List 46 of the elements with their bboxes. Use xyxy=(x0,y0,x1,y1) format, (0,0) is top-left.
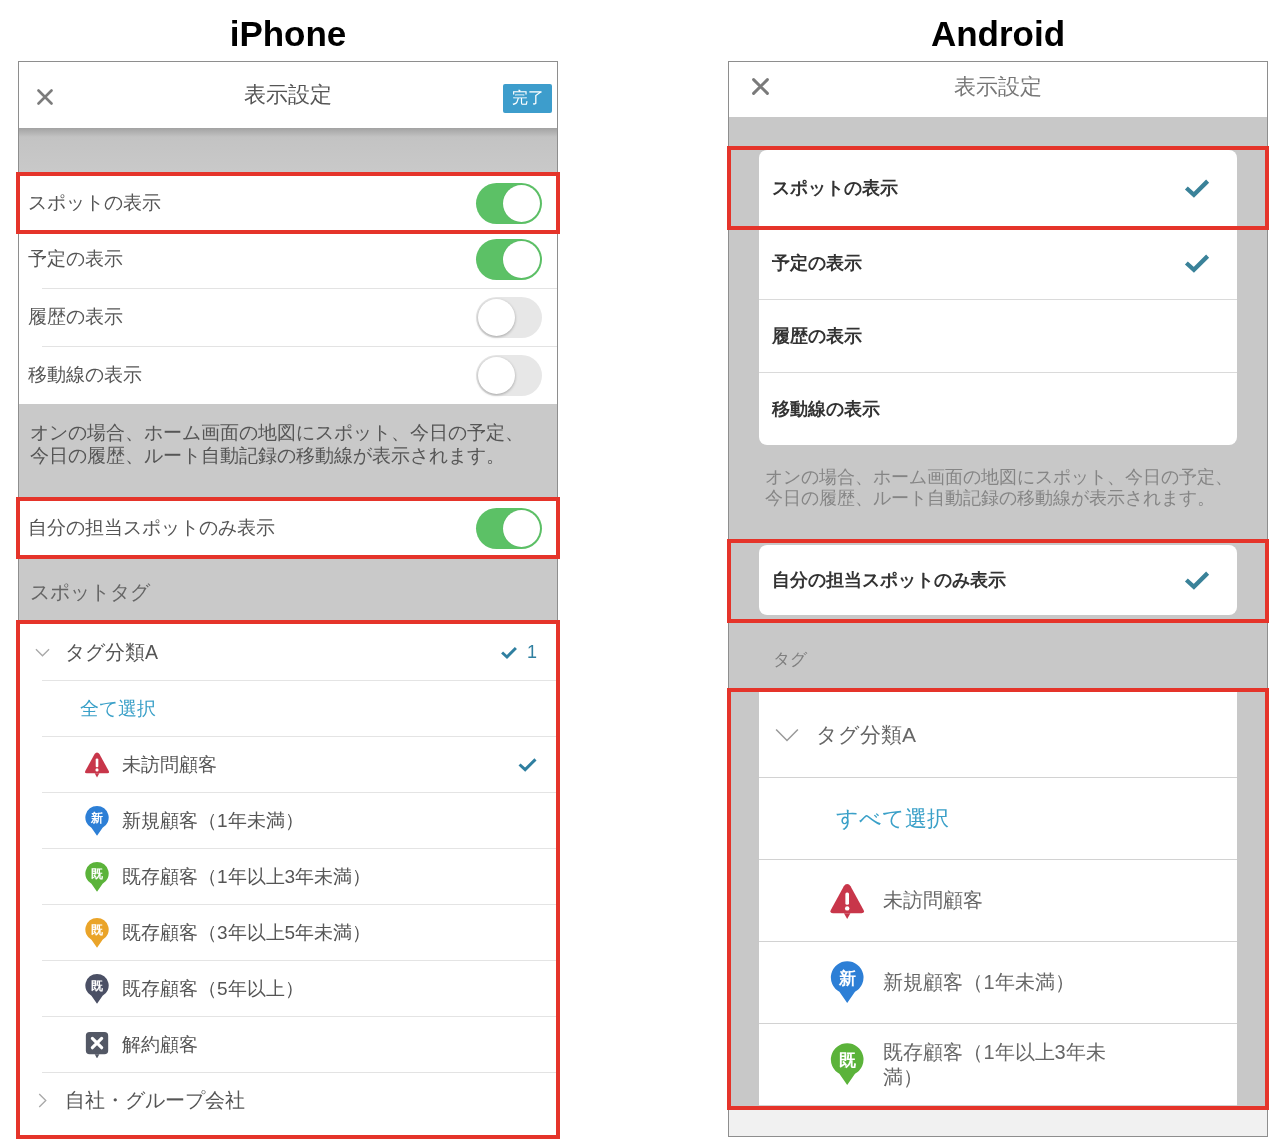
check-icon xyxy=(500,645,518,659)
map-pin-icon: 既 xyxy=(84,916,111,949)
platform-heading: Android xyxy=(929,13,1067,55)
map-pin-icon: 新 xyxy=(84,804,111,837)
settings-row[interactable]: スポットの表示 xyxy=(759,150,1237,226)
tag-item[interactable]: 既 既存顧客（1年以上3年未満） xyxy=(759,1024,1237,1106)
close-icon[interactable] xyxy=(752,78,769,95)
check-icon xyxy=(1183,178,1211,198)
close-icon[interactable] xyxy=(37,89,53,105)
tag-group-row[interactable]: タグ分類A 1 xyxy=(20,624,556,680)
tag-item[interactable]: 既 既存顧客（1年以上3年未満） xyxy=(42,848,556,904)
map-pin-icon: 既 xyxy=(829,1042,866,1087)
setting-label: スポットの表示 xyxy=(28,191,161,215)
setting-label: 履歴の表示 xyxy=(28,305,123,329)
toggle-switch[interactable] xyxy=(476,238,542,280)
map-pin-icon: 既 xyxy=(84,972,111,1005)
tag-item[interactable]: 新 新規顧客（1年未満） xyxy=(42,792,556,848)
settings-row[interactable]: 自分の担当スポットのみ表示 xyxy=(759,545,1237,615)
tag-item[interactable]: 既 既存顧客（3年以上5年未満） xyxy=(42,904,556,960)
tag-item[interactable]: 既 既存顧客（5年以上） xyxy=(42,960,556,1016)
screen-title: 表示設定 xyxy=(954,72,1042,101)
tag-item[interactable]: 未訪問顧客 xyxy=(42,736,556,792)
check-icon xyxy=(1183,570,1211,590)
check-icon xyxy=(1183,253,1211,273)
map-pin-icon: 既 xyxy=(84,860,111,893)
setting-label: 自分の担当スポットのみ表示 xyxy=(28,516,275,540)
description-text: オンの場合、ホーム画面の地図にスポット、今日の予定、今日の履歴、ルート自動記録の移動線が表示されます。 xyxy=(765,467,1234,509)
toggle-switch[interactable] xyxy=(476,182,542,224)
check-icon xyxy=(517,757,538,772)
screen-title: 表示設定 xyxy=(244,81,332,109)
tag-item[interactable]: 未訪問顧客 xyxy=(759,860,1237,942)
tag-item[interactable]: 新 新規顧客（1年未満） xyxy=(759,942,1237,1024)
section-header: スポットタグ xyxy=(30,580,150,605)
settings-row[interactable]: 移動線の表示 xyxy=(759,372,1237,445)
toggle-switch[interactable] xyxy=(476,296,542,338)
toggle-switch[interactable] xyxy=(476,507,542,549)
description-text: オンの場合、ホーム画面の地図にスポット、今日の予定、今日の履歴、ルート自動記録の移動線が表示されます。 xyxy=(30,421,525,467)
map-pin-icon: 新 xyxy=(829,960,866,1005)
toggle-switch[interactable] xyxy=(476,354,542,396)
tag-group-row[interactable]: タグ分類A xyxy=(759,692,1237,778)
setting-label: 予定の表示 xyxy=(28,247,123,271)
settings-row[interactable]: 履歴の表示 xyxy=(759,299,1237,372)
section-header: タグ xyxy=(773,649,807,671)
selected-count: 1 xyxy=(527,641,537,663)
platform-heading: iPhone xyxy=(228,13,348,55)
setting-label: 移動線の表示 xyxy=(28,363,142,387)
